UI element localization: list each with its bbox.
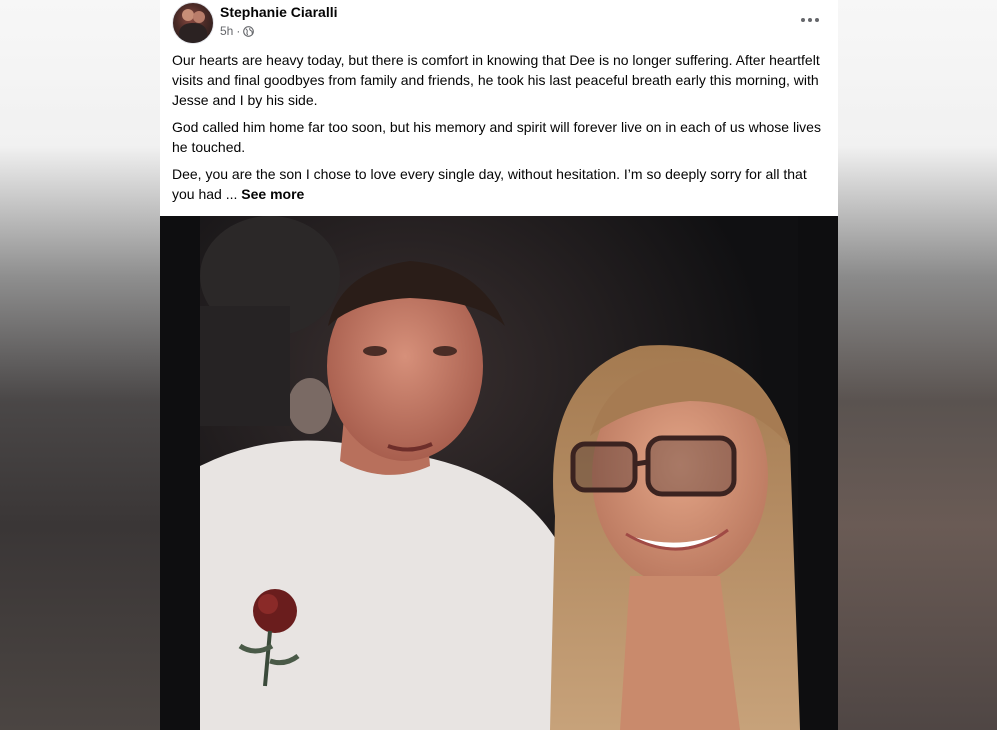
photo-illustration [160,216,838,730]
post-header: Stephanie Ciaralli 5h · [160,0,838,44]
background-left-blur [0,0,160,730]
author-avatar[interactable] [172,2,214,44]
post-paragraph-2: God called him home far too soon, but hi… [172,119,821,155]
more-options-icon[interactable] [794,8,826,32]
globe-icon[interactable] [243,25,255,37]
post-paragraph-3: Dee, you are the son I chose to love eve… [172,164,832,204]
avatar-face-2 [193,11,205,23]
author-name[interactable]: Stephanie Ciaralli [220,4,337,20]
meta-separator: · [236,24,241,38]
post-meta: 5h · [220,24,255,38]
post-body: Our hearts are heavy today, but there is… [172,50,832,211]
facebook-post-card: Stephanie Ciaralli 5h · Our hearts are h… [160,0,838,730]
post-timestamp[interactable]: 5h [220,24,233,38]
see-more-link[interactable]: See more [241,186,304,202]
avatar-body [179,23,207,43]
post-paragraph-1: Our hearts are heavy today, but there is… [172,52,820,108]
post-photo[interactable] [160,216,838,730]
background-right-blur [838,0,997,730]
